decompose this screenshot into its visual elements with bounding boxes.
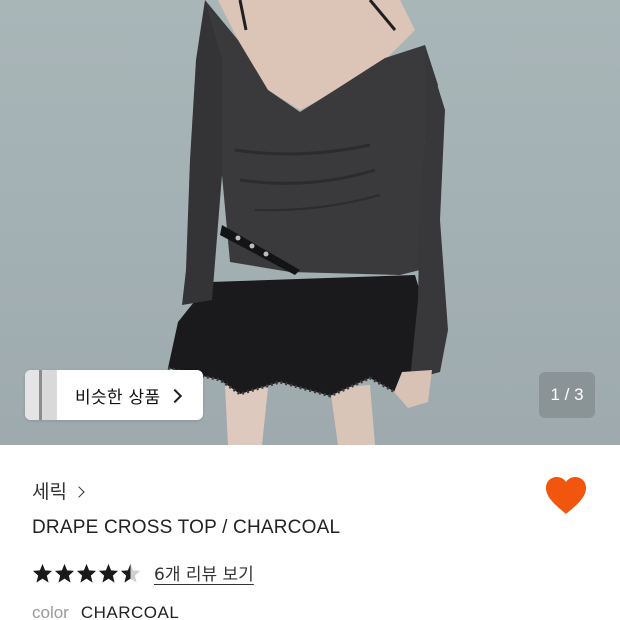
color-value[interactable]: CHARCOAL <box>81 603 179 620</box>
product-image[interactable]: 비슷한 상품 1 / 3 <box>0 0 620 445</box>
brand-link[interactable]: 세릭 <box>32 477 85 504</box>
star-half-icon <box>120 563 141 583</box>
similar-products-button[interactable]: 비슷한 상품 <box>25 370 203 420</box>
model-right-leg <box>330 385 375 445</box>
rating-row: 6개 리뷰 보기 <box>32 560 254 585</box>
heart-icon[interactable] <box>545 476 587 516</box>
chevron-right-icon <box>73 485 85 498</box>
similar-product-thumbnail <box>25 370 57 420</box>
reviews-link[interactable]: 6개 리뷰 보기 <box>154 560 254 585</box>
image-page-counter: 1 / 3 <box>539 372 595 418</box>
product-title: DRAPE CROSS TOP / CHARCOAL <box>32 517 341 538</box>
star-full-icon <box>98 563 119 583</box>
star-full-icon <box>76 563 97 583</box>
brand-name: 세릭 <box>32 481 67 503</box>
color-option-row: color CHARCOAL <box>32 603 179 620</box>
rating-stars <box>32 563 142 583</box>
star-full-icon <box>54 563 75 583</box>
chevron-right-icon <box>168 388 183 403</box>
model-left-leg <box>225 385 268 445</box>
star-full-icon <box>32 563 53 583</box>
left-sleeve <box>182 0 222 305</box>
color-label: color <box>32 603 69 620</box>
similar-products-label: 비슷한 상품 <box>75 387 161 408</box>
